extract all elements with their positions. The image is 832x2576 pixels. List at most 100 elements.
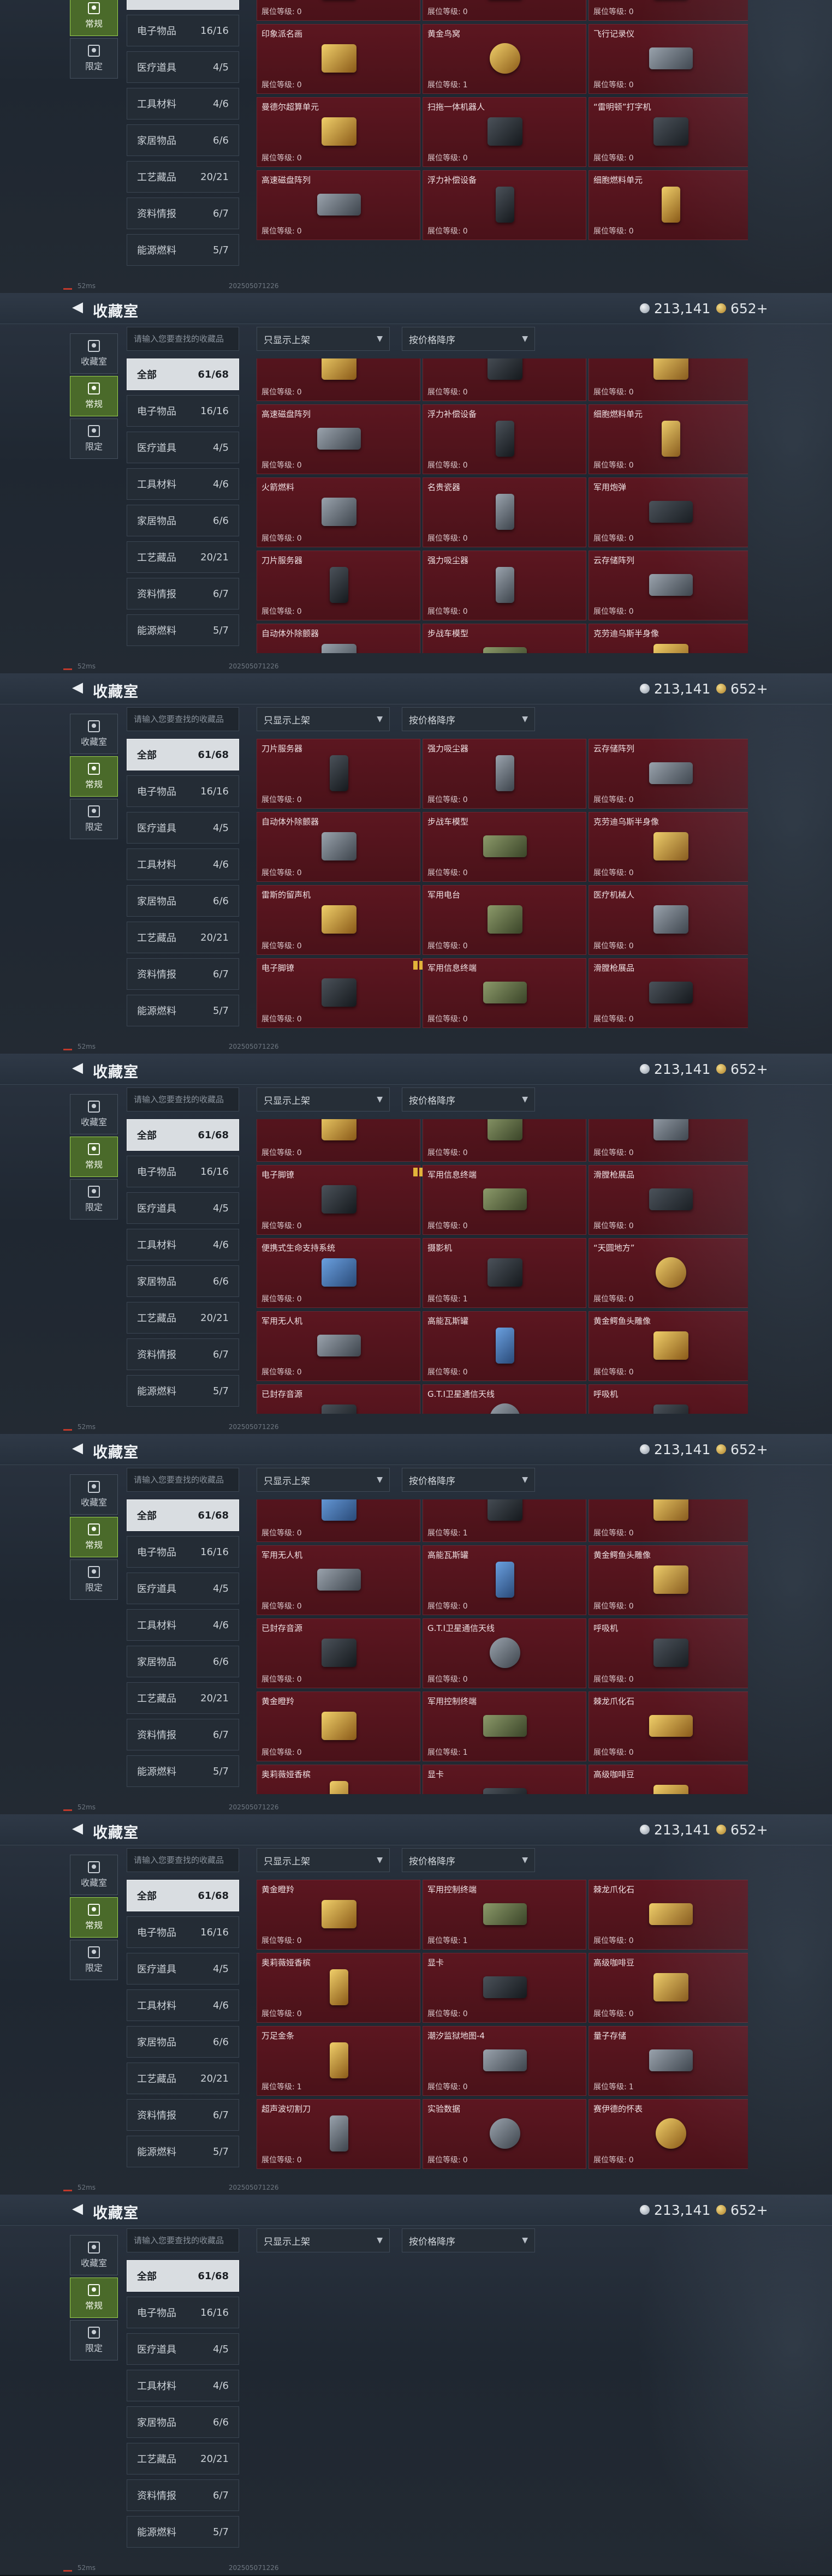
item-grid[interactable]: 展位等级: 0 展位等级: 1 展位等级: 0 军用无人机 展位等级: 0 高能瓦斯罐 展位等级: 0… bbox=[257, 1499, 748, 1794]
filter-dropdown[interactable]: 只显示上架 ▼ bbox=[257, 1468, 390, 1492]
category-item[interactable]: 家居物品 6/6 bbox=[127, 2406, 239, 2438]
collection-item-card[interactable]: 高能瓦斯罐 展位等级: 0 bbox=[423, 1311, 586, 1381]
back-arrow-icon[interactable]: ◀ bbox=[70, 1821, 85, 1836]
collection-item-card[interactable]: 克劳迪乌斯半身像展位等级:0 bbox=[589, 812, 748, 882]
view-tab[interactable]: 收藏室 bbox=[70, 1474, 118, 1515]
sort-dropdown[interactable]: 按价格降序 ▼ bbox=[402, 1848, 535, 1872]
collection-item-card[interactable]: 棘龙爪化石 展位等级: 0 bbox=[589, 1880, 748, 1950]
filter-dropdown[interactable]: 只显示上架 ▼ bbox=[257, 707, 390, 731]
collection-item-card[interactable]: 高级咖啡豆展位等级:0 bbox=[589, 1765, 748, 1794]
collection-item-card[interactable]: 自动体外除颤器展位等级:0 bbox=[257, 624, 420, 653]
collection-item-card[interactable]: 赛伊德的怀表 展位等级: 0 bbox=[589, 2099, 748, 2169]
collection-item-card[interactable]: 军用电台 展位等级: 0 bbox=[423, 885, 586, 955]
sort-dropdown[interactable]: 按价格降序 ▼ bbox=[402, 707, 535, 731]
category-item[interactable]: 能源燃料 5/7 bbox=[127, 1755, 239, 1787]
collection-item-card[interactable]: 显卡展位等级:0 bbox=[423, 1953, 586, 2023]
collection-item-card[interactable]: 步战车模型展位等级:0 bbox=[423, 812, 586, 882]
collection-item-card[interactable]: 展位等级: 0 bbox=[423, 0, 586, 21]
collection-item-card[interactable]: 摄影机 展位等级: 1 bbox=[423, 1238, 586, 1308]
search-input[interactable] bbox=[127, 1087, 239, 1111]
collection-item-card[interactable]: 强力吸尘器 展位等级: 0 bbox=[423, 739, 586, 809]
collection-item-card[interactable]: G.T.I卫星通信天线展位等级:0 bbox=[423, 1384, 586, 1414]
filter-dropdown[interactable]: 只显示上架 ▼ bbox=[257, 2228, 390, 2252]
sort-dropdown[interactable]: 按价格降序 ▼ bbox=[402, 1468, 535, 1492]
category-item[interactable]: 医疗道具 4/5 bbox=[127, 51, 239, 83]
collection-item-card[interactable]: 细胞燃料单元 展位等级: 0 bbox=[589, 170, 748, 240]
category-item[interactable]: 工具材料 4/6 bbox=[127, 88, 239, 119]
search-input[interactable] bbox=[127, 327, 239, 351]
category-item[interactable]: 资料情报 6/7 bbox=[127, 578, 239, 609]
collection-item-card[interactable]: 展位等级: 0 bbox=[589, 1119, 748, 1162]
collection-item-card[interactable]: 滑膛枪展品 展位等级: 0 bbox=[589, 958, 748, 1028]
collection-item-card[interactable]: 强力吸尘器 展位等级: 0 bbox=[423, 551, 586, 620]
collection-item-card[interactable]: 奥莉薇娅香槟展位等级:0 bbox=[257, 1765, 420, 1794]
view-tab[interactable]: 常规 bbox=[70, 0, 118, 36]
collection-item-card[interactable]: 奥莉薇娅香槟展位等级:0 bbox=[257, 1953, 420, 2023]
view-tab[interactable]: 收藏室 bbox=[70, 1094, 118, 1134]
collection-item-card[interactable]: 自动体外除颤器展位等级:0 bbox=[257, 812, 420, 882]
collection-item-card[interactable]: 高速磁盘阵列 展位等级: 0 bbox=[257, 170, 420, 240]
collection-item-card[interactable]: “雷明顿”打字机 展位等级: 0 bbox=[589, 97, 748, 167]
category-item[interactable]: 工艺藏品 20/21 bbox=[127, 1302, 239, 1334]
collection-item-card[interactable]: 电子脚镣 展位等级: 0 bbox=[257, 958, 420, 1028]
collection-item-card[interactable]: 黄金瞪羚 展位等级: 0 bbox=[257, 1692, 420, 1761]
category-item[interactable]: 全部61/68 bbox=[127, 739, 239, 770]
category-item[interactable]: 家居物品 6/6 bbox=[127, 885, 239, 917]
collection-item-card[interactable]: 黄金瞪羚 展位等级: 0 bbox=[257, 1880, 420, 1950]
collection-item-card[interactable]: G.T.I卫星通信天线展位等级:0 bbox=[423, 1618, 586, 1688]
category-item[interactable]: 全部61/68 bbox=[127, 358, 239, 390]
collection-item-card[interactable]: 电子脚镣 展位等级: 0 bbox=[257, 1165, 420, 1235]
collection-item-card[interactable]: 超声波切割刀 展位等级: 0 bbox=[257, 2099, 420, 2169]
item-grid[interactable]: 展位等级: 0 展位等级: 0 展位等级: 0 印象派名画 展位等级: 0 黄金鸟窝 展位等级: 1 飞… bbox=[257, 0, 748, 273]
category-item[interactable]: 资料情报 6/7 bbox=[127, 1719, 239, 1750]
category-item[interactable]: 家居物品 6/6 bbox=[127, 2026, 239, 2058]
view-tab[interactable]: 常规 bbox=[70, 1137, 118, 1177]
view-tab[interactable]: 限定 bbox=[70, 1179, 118, 1220]
collection-item-card[interactable]: 便携式生命支持系统 展位等级: 0 bbox=[257, 1238, 420, 1308]
view-tab[interactable]: 常规 bbox=[70, 1897, 118, 1938]
search-input[interactable] bbox=[127, 2228, 239, 2252]
collection-item-card[interactable]: 黄金鸟窝 展位等级: 1 bbox=[423, 24, 586, 94]
view-tab[interactable]: 限定 bbox=[70, 1559, 118, 1600]
collection-item-card[interactable]: 军用无人机 展位等级: 0 bbox=[257, 1311, 420, 1381]
view-tab[interactable]: 常规 bbox=[70, 2278, 118, 2318]
collection-item-card[interactable]: 展位等级: 0 bbox=[257, 358, 420, 401]
category-item[interactable]: 电子物品 16/16 bbox=[127, 395, 239, 427]
category-item[interactable]: 电子物品 16/16 bbox=[127, 1156, 239, 1187]
category-item[interactable]: 电子物品 16/16 bbox=[127, 1916, 239, 1948]
collection-item-card[interactable]: 黄金鳄鱼头雕像 展位等级: 0 bbox=[589, 1545, 748, 1615]
collection-item-card[interactable]: 高速磁盘阵列 展位等级: 0 bbox=[257, 404, 420, 474]
view-tab[interactable]: 限定 bbox=[70, 1940, 118, 1980]
category-item[interactable]: 全部61/68 bbox=[127, 1880, 239, 1911]
category-item[interactable]: 工具材料 4/6 bbox=[127, 1229, 239, 1260]
category-item[interactable]: 电子物品 16/16 bbox=[127, 2297, 239, 2328]
category-item[interactable]: 工具材料 4/6 bbox=[127, 1989, 239, 2021]
view-tab[interactable]: 限定 bbox=[70, 799, 118, 839]
category-item[interactable]: 全部61/68 bbox=[127, 0, 239, 10]
search-input[interactable] bbox=[127, 1848, 239, 1872]
category-item[interactable]: 家居物品 6/6 bbox=[127, 505, 239, 536]
category-item[interactable]: 工具材料 4/6 bbox=[127, 848, 239, 880]
collection-item-card[interactable]: 步战车模型展位等级:0 bbox=[423, 624, 586, 653]
category-item[interactable]: 工具材料 4/6 bbox=[127, 2370, 239, 2401]
category-item[interactable]: 医疗道具 4/5 bbox=[127, 812, 239, 844]
back-arrow-icon[interactable]: ◀ bbox=[70, 2201, 85, 2216]
category-item[interactable]: 全部61/68 bbox=[127, 1499, 239, 1531]
category-item[interactable]: 医疗道具 4/5 bbox=[127, 432, 239, 463]
category-item[interactable]: 工艺藏品 20/21 bbox=[127, 161, 239, 193]
collection-item-card[interactable]: 云存储阵列 展位等级: 0 bbox=[589, 551, 748, 620]
collection-item-card[interactable]: 量子存储 展位等级: 1 bbox=[589, 2026, 748, 2096]
collection-item-card[interactable]: 克劳迪乌斯半身像展位等级:0 bbox=[589, 624, 748, 653]
back-arrow-icon[interactable]: ◀ bbox=[70, 300, 85, 315]
item-grid[interactable]: 黄金瞪羚 展位等级: 0 军用控制终端 展位等级: 1 棘龙爪化石 展位等级: 0 奥莉薇娅香槟展… bbox=[257, 1880, 748, 2174]
collection-item-card[interactable]: 已封存音源展位等级:0 bbox=[257, 1618, 420, 1688]
collection-item-card[interactable]: 火箭燃料 展位等级: 0 bbox=[257, 477, 420, 547]
collection-item-card[interactable]: 展位等级: 0 bbox=[423, 1119, 586, 1162]
category-item[interactable]: 全部61/68 bbox=[127, 2260, 239, 2292]
collection-item-card[interactable]: 浮力补偿设备 展位等级: 0 bbox=[423, 170, 586, 240]
category-item[interactable]: 全部61/68 bbox=[127, 1119, 239, 1151]
collection-item-card[interactable]: 曼德尔超算单元 展位等级: 0 bbox=[257, 97, 420, 167]
category-item[interactable]: 资料情报 6/7 bbox=[127, 1338, 239, 1370]
collection-item-card[interactable]: 万足金条 展位等级: 1 bbox=[257, 2026, 420, 2096]
category-item[interactable]: 能源燃料 5/7 bbox=[127, 1375, 239, 1407]
